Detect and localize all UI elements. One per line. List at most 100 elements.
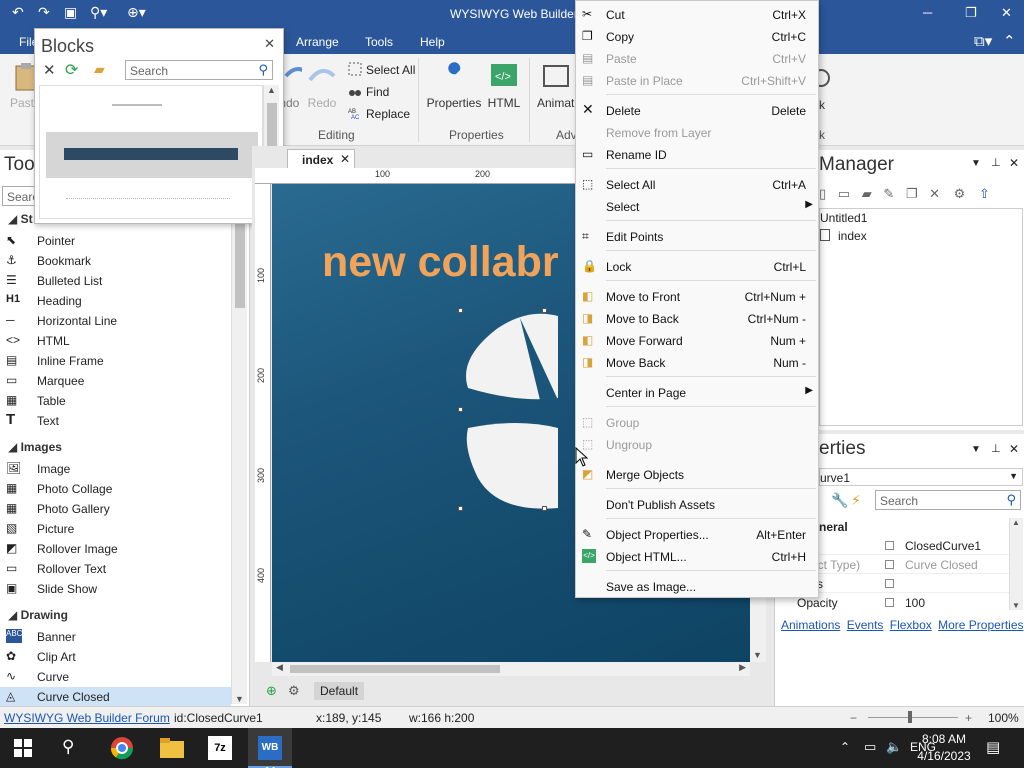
- move-up-icon[interactable]: ⇧: [979, 186, 990, 201]
- wrench-icon[interactable]: 🔧: [831, 492, 848, 509]
- menu-item-move-to-front[interactable]: ◧ Move to Front Ctrl+Num +: [576, 285, 818, 307]
- scroll-up-icon[interactable]: ▲: [267, 85, 276, 95]
- property-row[interactable]: s: [797, 574, 1009, 593]
- menu-item-group[interactable]: ⬚ Group: [576, 411, 818, 433]
- selection-handle[interactable]: [458, 506, 463, 511]
- tool-heading[interactable]: H1 Heading: [6, 291, 230, 311]
- property-category[interactable]: neral: [819, 520, 848, 534]
- minimize-icon[interactable]: ─: [923, 5, 932, 20]
- block-thumbnail[interactable]: [66, 198, 230, 199]
- tool-table[interactable]: ▦ Table: [6, 391, 230, 411]
- selection-handle[interactable]: [542, 308, 547, 313]
- property-toggle-icon[interactable]: [885, 579, 894, 588]
- property-toggle-icon[interactable]: [885, 541, 894, 550]
- layout-options-icon[interactable]: ⧉▾: [974, 32, 992, 50]
- menu-item-center-in-page[interactable]: Center in Page ▶: [576, 381, 818, 403]
- menu-item-edit-points[interactable]: ⌗ Edit Points: [576, 225, 818, 247]
- selection-handle[interactable]: [542, 506, 547, 511]
- volume-icon[interactable]: 🔈: [886, 739, 902, 755]
- redo-icon[interactable]: ↷: [38, 4, 50, 21]
- scroll-right-icon[interactable]: ▶: [739, 662, 746, 673]
- pin-icon[interactable]: ⊥: [991, 442, 1001, 455]
- file-explorer-icon[interactable]: [160, 738, 184, 758]
- tool-text[interactable]: T Text: [6, 411, 230, 431]
- animations-link[interactable]: Animations: [781, 618, 840, 632]
- panel-close-icon[interactable]: ✕: [1009, 442, 1019, 456]
- duplicate-icon[interactable]: ❐: [906, 186, 918, 201]
- menu-item-lock[interactable]: 🔒 Lock Ctrl+L: [576, 255, 818, 277]
- properties-scrollbar[interactable]: ▲ ▼: [1009, 518, 1023, 610]
- properties-search-input[interactable]: Search ⚲: [875, 490, 1021, 510]
- menu-item-paste[interactable]: ▤ Paste Ctrl+V: [576, 47, 818, 69]
- new-page-icon[interactable]: ▯: [819, 186, 826, 201]
- menu-item-dont-publish-assets[interactable]: Don't Publish Assets: [576, 493, 818, 515]
- lightning-icon[interactable]: ⚡: [851, 492, 861, 509]
- search-icon[interactable]: ⚲: [258, 62, 268, 78]
- tool-image[interactable]: 🖼 Image: [6, 459, 230, 479]
- taskbar-web-builder-button[interactable]: WB 14: [248, 728, 292, 768]
- layer-default-tab[interactable]: Default: [314, 682, 365, 700]
- tool-photo-collage[interactable]: ▦ Photo Collage: [6, 479, 230, 499]
- search-icon[interactable]: ⚲: [1006, 492, 1016, 508]
- undo-icon[interactable]: ↶: [12, 4, 24, 21]
- menu-item-select[interactable]: Select ▶: [576, 195, 818, 217]
- delete-icon[interactable]: ✕: [929, 186, 940, 201]
- menu-item-move-to-back[interactable]: ◨ Move to Back Ctrl+Num -: [576, 307, 818, 329]
- add-layer-icon[interactable]: ⊕: [266, 683, 277, 699]
- menu-item-object-properties[interactable]: ✎ Object Properties... Alt+Enter: [576, 523, 818, 545]
- tool-photo-gallery[interactable]: ▦ Photo Gallery: [6, 499, 230, 519]
- save-icon[interactable]: ▣: [64, 4, 77, 21]
- canvas-scrollbar-horizontal[interactable]: ◀ ▶: [272, 662, 750, 676]
- replace-button[interactable]: AB AC Replace: [348, 106, 410, 121]
- search-icon[interactable]: ⚲: [62, 737, 74, 757]
- select-all-button[interactable]: Select All: [348, 62, 415, 77]
- toolbox-section-standard[interactable]: ◢ St: [8, 212, 33, 226]
- blocks-search-input[interactable]: Search ⚲: [125, 60, 273, 80]
- menu-item-cut[interactable]: ✂ Cut Ctrl+X: [576, 3, 818, 25]
- preview-icon[interactable]: ⚲▾: [90, 4, 107, 21]
- toolbox-section-images[interactable]: ◢ Images: [8, 440, 62, 454]
- menu-item-move-back[interactable]: ◨ Move Back Num -: [576, 351, 818, 373]
- close-icon[interactable]: ✕: [1001, 5, 1012, 21]
- windows-start-icon[interactable]: [14, 739, 32, 757]
- menu-arrange[interactable]: Arrange: [296, 35, 339, 49]
- menu-item-ungroup[interactable]: ⬚ Ungroup: [576, 433, 818, 455]
- property-row[interactable]: ect Type) Curve Closed: [797, 555, 1009, 574]
- tab-close-icon[interactable]: ✕: [340, 152, 350, 166]
- panel-menu-icon[interactable]: ▼: [971, 158, 981, 169]
- more-properties-link[interactable]: More Properties: [938, 618, 1023, 632]
- panel-menu-icon[interactable]: ▼: [971, 444, 981, 455]
- menu-item-copy[interactable]: ❐ Copy Ctrl+C: [576, 25, 818, 47]
- events-link[interactable]: Events: [847, 618, 884, 632]
- tool-bulleted-list[interactable]: ☰ Bulleted List: [6, 271, 230, 291]
- zoom-slider[interactable]: [868, 717, 958, 718]
- scroll-up-icon[interactable]: ▲: [1012, 518, 1020, 527]
- property-toggle-icon[interactable]: [885, 598, 894, 607]
- refresh-icon[interactable]: ⟳: [65, 60, 78, 80]
- panel-close-icon[interactable]: ✕: [1009, 156, 1019, 170]
- menu-item-remove-from-layer[interactable]: Remove from Layer: [576, 121, 818, 143]
- forum-link[interactable]: WYSIWYG Web Builder Forum: [4, 711, 170, 725]
- scroll-down-icon[interactable]: ▼: [1012, 601, 1020, 610]
- find-button[interactable]: Find: [348, 84, 389, 99]
- scroll-down-icon[interactable]: ▼: [753, 650, 762, 660]
- scroll-down-icon[interactable]: ▼: [235, 694, 244, 704]
- delete-block-icon[interactable]: ✕: [43, 61, 56, 79]
- menu-tools[interactable]: Tools: [365, 35, 393, 49]
- animation-button[interactable]: Animation: [537, 60, 575, 110]
- property-row[interactable]: Opacity 100: [797, 593, 1009, 612]
- menu-item-rename-id[interactable]: ▭ Rename ID: [576, 143, 818, 165]
- page-heading-text[interactable]: new collabr: [322, 238, 559, 287]
- folder-icon[interactable]: ▰: [862, 186, 872, 201]
- selection-handle[interactable]: [458, 308, 463, 313]
- tool-curve-closed[interactable]: ◬ Curve Closed: [0, 687, 231, 707]
- edit-icon[interactable]: ✎: [883, 186, 894, 201]
- selection-handle[interactable]: [458, 407, 463, 412]
- tool-picture[interactable]: ▧ Picture: [6, 519, 230, 539]
- toolbox-search-input[interactable]: Search: [2, 186, 45, 206]
- tool-clip-art[interactable]: ✿ Clip Art: [6, 647, 230, 667]
- tool-marquee[interactable]: ▭ Marquee: [6, 371, 230, 391]
- layer-settings-icon[interactable]: ⚙: [288, 683, 300, 699]
- menu-help[interactable]: Help: [420, 35, 445, 49]
- page-settings-icon[interactable]: ⚙: [954, 186, 966, 201]
